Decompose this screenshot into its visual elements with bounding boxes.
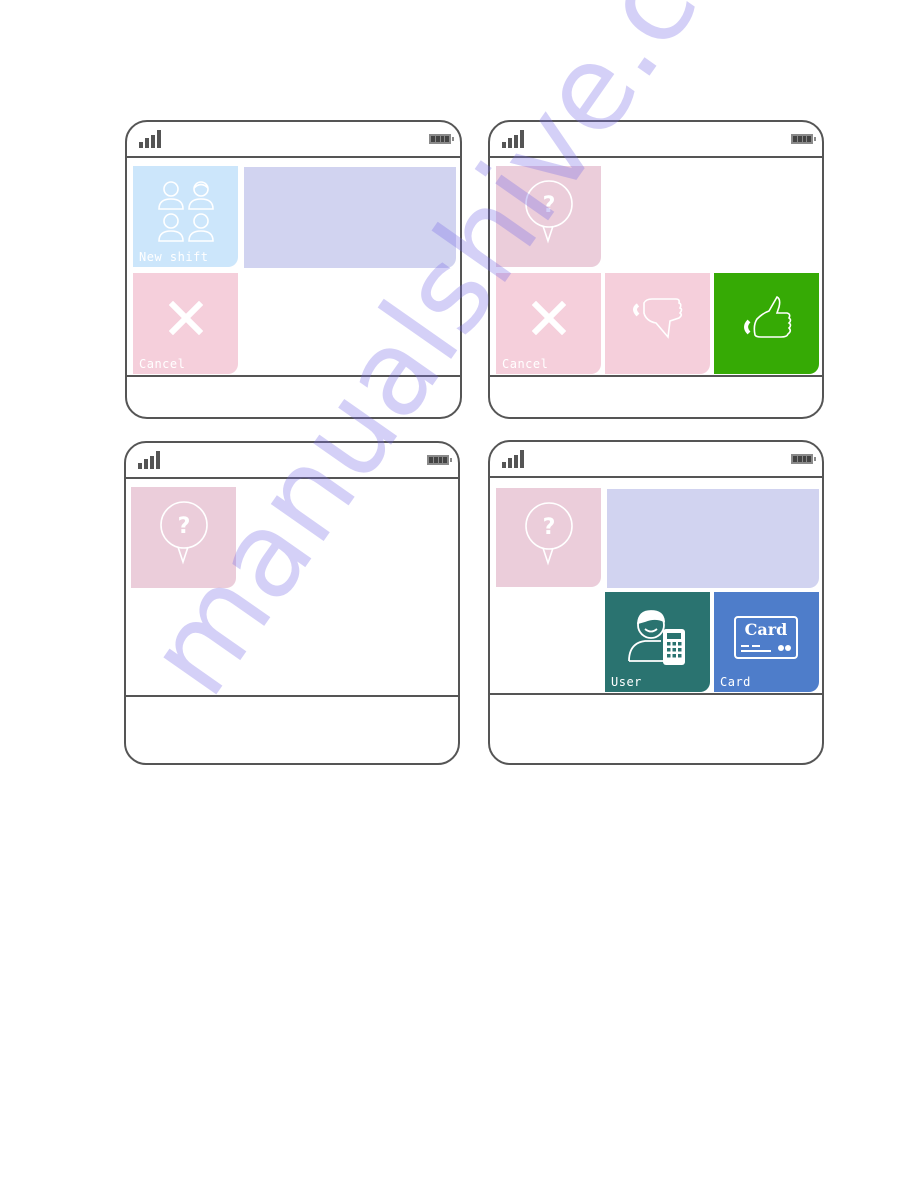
cancel-label: Cancel xyxy=(502,357,549,371)
battery-icon xyxy=(427,455,452,465)
card-stripe xyxy=(741,645,749,647)
device-screen-1: New shift Cancel xyxy=(125,120,462,419)
close-x-icon xyxy=(168,301,203,336)
thumbs-down-tile[interactable] xyxy=(605,273,710,374)
cancel-tile[interactable]: Cancel xyxy=(133,273,238,374)
thumbs-down-icon xyxy=(632,298,682,340)
help-bubble-icon: ? xyxy=(159,501,208,565)
signal-strength-icon xyxy=(138,451,160,469)
help-tile[interactable]: ? xyxy=(496,166,601,267)
new-shift-tile[interactable]: New shift xyxy=(133,166,238,267)
screen-content: New shift Cancel xyxy=(127,158,460,378)
footer-bar xyxy=(127,375,460,417)
close-x-icon xyxy=(531,301,566,336)
people-group-icon xyxy=(157,181,214,243)
signal-strength-icon xyxy=(502,130,524,148)
svg-text:?: ? xyxy=(542,193,555,218)
svg-text:?: ? xyxy=(177,514,190,539)
status-bar xyxy=(490,122,822,158)
status-bar xyxy=(490,442,822,478)
card-label: Card xyxy=(720,675,751,689)
info-panel xyxy=(607,489,819,588)
help-tile[interactable]: ? xyxy=(496,488,601,587)
footer-bar xyxy=(490,375,822,417)
help-bubble-icon: ? xyxy=(524,180,573,244)
card-chip-dot xyxy=(785,645,791,651)
card-icon: Card xyxy=(734,616,798,659)
battery-icon xyxy=(791,454,816,464)
info-panel xyxy=(244,167,456,268)
screen-content: ? xyxy=(126,479,458,699)
card-icon-text: Card xyxy=(744,620,788,639)
battery-icon xyxy=(429,134,454,144)
user-terminal-icon xyxy=(627,610,685,665)
card-tile[interactable]: Card Card xyxy=(714,592,819,692)
battery-icon xyxy=(791,134,816,144)
help-bubble-icon: ? xyxy=(524,501,573,566)
cancel-label: Cancel xyxy=(139,357,186,371)
device-screen-3: ? xyxy=(124,441,460,765)
svg-text:?: ? xyxy=(542,515,555,540)
screen-content: ? User Card Card xyxy=(490,478,822,698)
card-stripe xyxy=(741,650,771,652)
new-shift-label: New shift xyxy=(139,250,209,264)
footer-bar xyxy=(126,695,458,763)
card-chip-dot xyxy=(778,645,784,651)
signal-strength-icon xyxy=(139,130,161,148)
cancel-tile[interactable]: Cancel xyxy=(496,273,601,374)
user-label: User xyxy=(611,675,642,689)
status-bar xyxy=(126,443,458,479)
status-bar xyxy=(127,122,460,158)
device-screen-2: ? Cancel xyxy=(488,120,824,419)
thumbs-up-tile[interactable] xyxy=(714,273,819,374)
thumbs-up-icon xyxy=(743,296,791,339)
card-stripe xyxy=(752,645,760,647)
device-screen-4: ? User Card Card xyxy=(488,440,824,765)
screen-content: ? Cancel xyxy=(490,158,822,378)
help-tile[interactable]: ? xyxy=(131,487,236,588)
signal-strength-icon xyxy=(502,450,524,468)
footer-bar xyxy=(490,693,822,763)
user-tile[interactable]: User xyxy=(605,592,710,692)
